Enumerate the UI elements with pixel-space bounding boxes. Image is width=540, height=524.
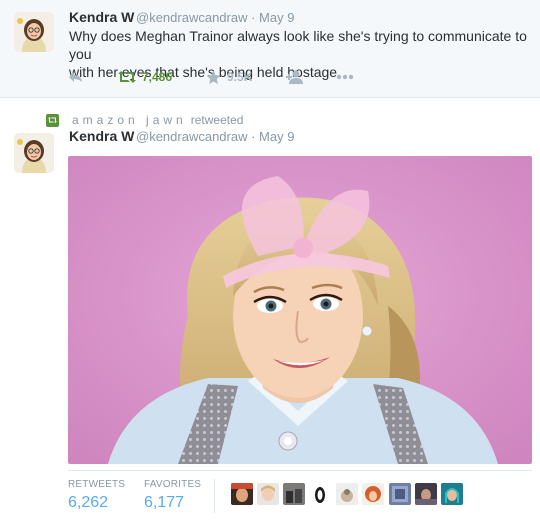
retweeter-name[interactable]: amazon jawn	[72, 113, 187, 127]
favorites-stat[interactable]: FAVORITES 6,177	[144, 479, 201, 512]
author-handle[interactable]: @kendrawcandraw · May 9	[136, 10, 294, 25]
favorite-button[interactable]: 9.5K	[206, 68, 252, 86]
reply-button[interactable]	[68, 68, 84, 86]
stats-divider	[68, 470, 532, 471]
tweet-photo[interactable]	[68, 156, 532, 464]
author-handle[interactable]: @kendrawcandraw · May 9	[136, 129, 294, 144]
tweet-date[interactable]: May 9	[259, 10, 294, 25]
reply-icon	[69, 72, 82, 82]
favorites-value: 6,177	[144, 494, 185, 511]
favoriter-avatar[interactable]	[257, 483, 279, 505]
follow-icon	[286, 70, 303, 84]
tweet-text-line: Why does Meghan Trainor always look like…	[69, 28, 527, 62]
favoriter-avatar[interactable]	[389, 483, 411, 505]
favoriter-avatar[interactable]	[441, 483, 463, 505]
favoriter-avatar[interactable]	[309, 483, 331, 505]
retweet-badge-icon	[46, 113, 59, 127]
retweets-value: 6,262	[68, 494, 109, 511]
favoriter-avatar[interactable]	[231, 483, 253, 505]
retweet-count: 7,486	[142, 70, 173, 84]
tweet-original[interactable]: Kendra W @kendrawcandraw · May 9 Why doe…	[0, 0, 540, 98]
favoriter-avatar[interactable]	[415, 483, 437, 505]
author-name[interactable]: Kendra W	[69, 128, 134, 144]
retweet-button[interactable]: 7,486	[118, 68, 172, 86]
favoriter-avatar[interactable]	[283, 483, 305, 505]
favorites-label: FAVORITES	[144, 479, 202, 490]
favorite-count: 9.5K	[227, 70, 253, 84]
retweets-label: RETWEETS	[68, 479, 126, 490]
user-avatar[interactable]	[14, 12, 54, 52]
more-icon	[336, 74, 354, 80]
more-button[interactable]	[336, 68, 354, 86]
stats-vertical-divider	[214, 479, 215, 513]
follow-button[interactable]	[286, 68, 304, 86]
star-icon	[206, 69, 221, 84]
favoriter-avatar[interactable]	[336, 483, 358, 505]
user-avatar[interactable]	[14, 133, 54, 173]
retweets-stat[interactable]: RETWEETS 6,262	[68, 479, 125, 512]
tweet-date[interactable]: May 9	[259, 129, 294, 144]
author-name[interactable]: Kendra W	[69, 9, 134, 25]
favoriter-avatar[interactable]	[362, 483, 384, 505]
retweet-icon	[118, 71, 136, 83]
retweet-context: amazon jawn retweeted	[46, 112, 243, 128]
retweeted-label: retweeted	[190, 113, 244, 127]
